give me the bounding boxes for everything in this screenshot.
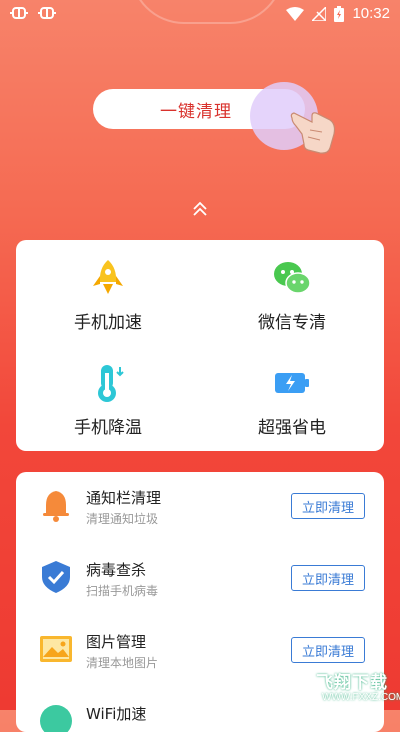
pointing-hand-icon xyxy=(290,112,336,154)
feature-label: 手机降温 xyxy=(74,418,142,438)
list-item-subtitle: 清理通知垃圾 xyxy=(86,512,159,526)
feature-label: 微信专清 xyxy=(258,313,326,333)
picture-icon xyxy=(40,636,72,662)
wechat-icon xyxy=(274,262,311,294)
bug-icon xyxy=(10,7,28,19)
battery-charging-icon xyxy=(334,5,345,22)
list-item-title: 图片管理 xyxy=(86,633,147,651)
watermark-url: WWW.FXXZ.COM xyxy=(322,692,400,703)
wifi-icon xyxy=(40,705,72,732)
status-bar: 10:32 xyxy=(0,0,400,28)
battery-icon xyxy=(275,373,309,393)
watermark-logo-icon xyxy=(276,664,320,708)
no-signal-icon xyxy=(312,6,327,21)
watermark-text: 飞翔下载 xyxy=(316,673,388,693)
feature-phone-speedup[interactable]: 手机加速 xyxy=(16,240,200,340)
feature-phone-cooling[interactable]: 手机降温 xyxy=(16,345,200,445)
thermometer-icon xyxy=(98,365,124,402)
list-item-subtitle: 清理本地图片 xyxy=(86,656,159,670)
clean-now-button[interactable]: 立即清理 xyxy=(291,493,365,519)
list-item-title: 通知栏清理 xyxy=(86,489,162,507)
feature-wechat-clean[interactable]: 微信专清 xyxy=(200,240,384,340)
list-item: 病毒查杀 扫描手机病毒 立即清理 xyxy=(16,544,384,614)
list-item-title: 病毒查杀 xyxy=(86,561,147,579)
clean-now-button[interactable]: 立即清理 xyxy=(291,565,365,591)
clean-now-button[interactable]: 立即清理 xyxy=(291,637,365,663)
watermark: 飞翔下载 WWW.FXXZ.COM xyxy=(276,664,400,710)
feature-card: 手机加速 微信专清 手机降温 超强省电 xyxy=(16,240,384,451)
list-item-subtitle: 扫描手机病毒 xyxy=(86,584,159,598)
shield-icon xyxy=(42,561,70,593)
feature-power-saving[interactable]: 超强省电 xyxy=(200,345,384,445)
feature-label: 超强省电 xyxy=(258,418,326,438)
list-item: 通知栏清理 清理通知垃圾 立即清理 xyxy=(16,472,384,542)
wifi-signal-icon xyxy=(286,6,305,21)
list-item-title: WiFi加速 xyxy=(86,705,147,723)
decorative-arc xyxy=(130,0,284,24)
bug-icon xyxy=(38,7,56,19)
feature-label: 手机加速 xyxy=(74,313,142,333)
double-chevron-up-icon[interactable] xyxy=(190,200,210,218)
clean-button-label: 一键清理 xyxy=(160,101,232,122)
bell-icon xyxy=(43,491,69,522)
clock: 10:32 xyxy=(352,5,390,22)
rocket-icon xyxy=(93,260,123,294)
